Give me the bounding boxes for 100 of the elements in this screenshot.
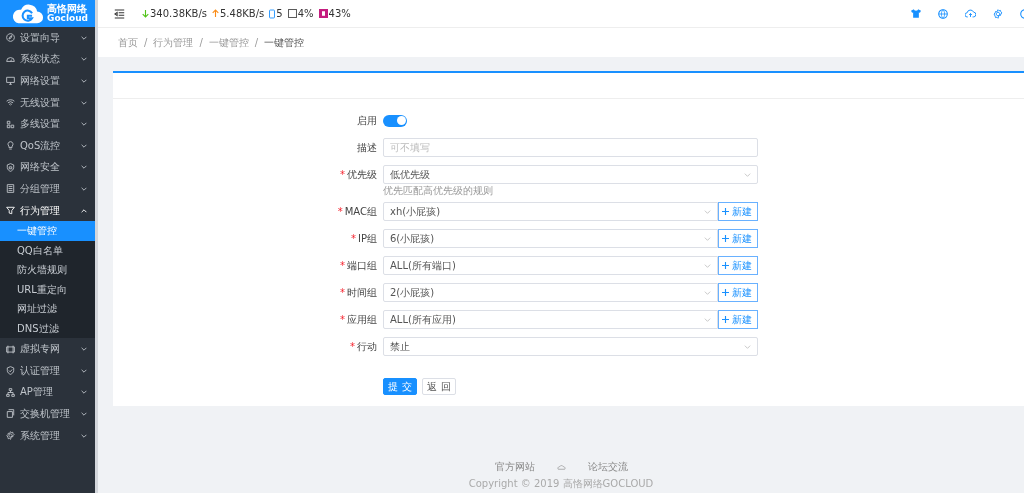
chevron-down-icon <box>81 411 87 416</box>
sidebar-submenu-item[interactable]: URL重定向 <box>0 279 95 300</box>
download-speed: 340.38KB/s <box>150 8 207 19</box>
field-label: * 优先级 <box>339 167 378 182</box>
field-label: * IP组 <box>350 231 378 246</box>
sidebar-menu-item[interactable]: 交换机管理 <box>0 403 95 425</box>
breadcrumb-item: 一键管控 <box>264 35 305 50</box>
sidebar-menu-item[interactable]: 多线设置 <box>0 113 95 135</box>
chevron-down-icon <box>744 344 751 349</box>
upload-speed: 5.48KB/s <box>220 8 265 19</box>
hierarchy-icon <box>6 387 15 397</box>
arrow-up-icon <box>212 9 219 18</box>
brand-subtitle: Gocloud <box>47 14 89 23</box>
field-label: 启用 <box>356 113 378 128</box>
chevron-down-icon <box>81 122 87 127</box>
sidebar-menu-item[interactable]: 网络安全 <box>0 156 95 179</box>
sidebar-submenu-item[interactable]: QQ白名单 <box>0 240 95 261</box>
shirt-icon[interactable] <box>911 9 921 18</box>
phone-icon <box>269 8 276 19</box>
sidebar-menu-item[interactable]: 认证管理 <box>0 359 95 382</box>
copy-icon <box>6 409 15 419</box>
select-field[interactable]: 6(小屁孩) <box>383 229 718 248</box>
sidebar-menu-item[interactable]: 行为管理 <box>0 199 95 222</box>
breadcrumb-separator: / <box>199 37 203 48</box>
sidebar-menu-item[interactable]: 系统管理 <box>0 424 95 447</box>
cpu-usage: 4% <box>297 8 314 19</box>
plus-icon <box>722 208 729 215</box>
chevron-down-icon <box>704 317 711 322</box>
chevron-down-icon <box>704 236 711 241</box>
select-field[interactable]: 低优先级 <box>383 165 758 184</box>
chevron-down-icon <box>81 57 87 62</box>
chevron-down-icon <box>81 433 87 438</box>
compass-icon <box>6 33 15 43</box>
sidebar-submenu-item[interactable]: 防火墙规则 <box>0 260 95 280</box>
sidebar-menu-item[interactable]: 无线设置 <box>0 91 95 114</box>
select-field[interactable]: xh(小屁孩) <box>383 202 718 221</box>
arrow-down-icon <box>142 9 149 18</box>
breadcrumb-separator: / <box>144 37 148 48</box>
wifi-icon <box>6 98 15 108</box>
enable-switch[interactable] <box>383 114 407 127</box>
chevron-down-icon <box>81 79 87 83</box>
chevron-down-icon <box>81 165 87 170</box>
chevron-down-icon <box>744 172 751 177</box>
field-hint: 优先匹配高优先级的规则 <box>383 184 494 198</box>
select-field[interactable]: 2(小屁孩) <box>383 283 718 302</box>
gear-icon <box>6 431 15 440</box>
field-label: * 应用组 <box>339 312 378 327</box>
shield-icon <box>6 162 15 172</box>
device-count: 5 <box>276 8 283 19</box>
gauge-icon <box>6 54 15 64</box>
plus-icon <box>722 235 729 242</box>
select-field[interactable]: ALL(所有应用) <box>383 310 718 329</box>
field-label: 描述 <box>356 140 378 155</box>
globe-icon[interactable] <box>938 8 948 19</box>
sidebar-submenu-item[interactable]: 网址过滤 <box>0 299 95 319</box>
list-icon <box>6 184 15 194</box>
sidebar-menu-item[interactable]: 网络设置 <box>0 70 95 92</box>
frame-icon <box>6 344 15 354</box>
chevron-down-icon <box>81 143 87 148</box>
sidebar-menu-item[interactable]: 系统状态 <box>0 48 95 71</box>
memory-usage: 43% <box>328 8 351 19</box>
chevron-up-icon <box>81 208 87 213</box>
chevron-down-icon <box>704 263 711 268</box>
monitor-icon <box>6 76 15 86</box>
settings-icon[interactable] <box>993 8 1003 19</box>
brand-name: 高恪网络 <box>47 4 89 14</box>
chevron-down-icon <box>81 347 87 352</box>
bulb-icon <box>6 141 15 151</box>
field-label: * 时间组 <box>339 285 378 300</box>
plus-icon <box>722 316 729 323</box>
chevron-down-icon <box>81 368 87 373</box>
sidebar-menu-item[interactable]: 虚拟专网 <box>0 338 95 360</box>
cloud-upload-icon[interactable] <box>965 9 976 18</box>
breadcrumb-separator: / <box>254 37 259 48</box>
select-field[interactable]: 禁止 <box>383 337 758 356</box>
field-label: * 行动 <box>349 339 378 354</box>
sidebar-menu-item[interactable]: QoS流控 <box>0 134 95 157</box>
plus-icon <box>722 262 729 269</box>
sidebar-menu-item[interactable]: 设置向导 <box>0 27 95 49</box>
square-icon <box>287 9 297 18</box>
sidebar-submenu-item[interactable]: DNS过滤 <box>0 318 95 339</box>
chevron-down-icon <box>81 100 87 105</box>
memory-icon <box>318 9 328 18</box>
chevron-down-icon <box>81 186 87 191</box>
cloud-icon <box>556 464 566 470</box>
copyright-text: Copyright © 2019 高恪网络GOCLOUD <box>468 477 654 491</box>
field-label: * MAC组 <box>336 204 378 219</box>
sidebar-menu-item[interactable]: AP管理 <box>0 381 95 404</box>
select-field[interactable]: ALL(所有端口) <box>383 256 718 275</box>
chevron-down-icon <box>81 35 87 40</box>
plus-icon <box>722 289 729 296</box>
chevron-down-icon <box>81 390 87 395</box>
nodes-icon <box>6 119 15 129</box>
funnel-icon <box>6 206 15 216</box>
field-label: * 端口组 <box>339 258 378 273</box>
menu-icon[interactable] <box>114 8 125 19</box>
chevron-down-icon <box>704 290 711 295</box>
sidebar-menu-item[interactable]: 分组管理 <box>0 178 95 200</box>
shield-check-icon <box>6 366 15 376</box>
back-button[interactable]: 返 回 <box>422 378 456 395</box>
